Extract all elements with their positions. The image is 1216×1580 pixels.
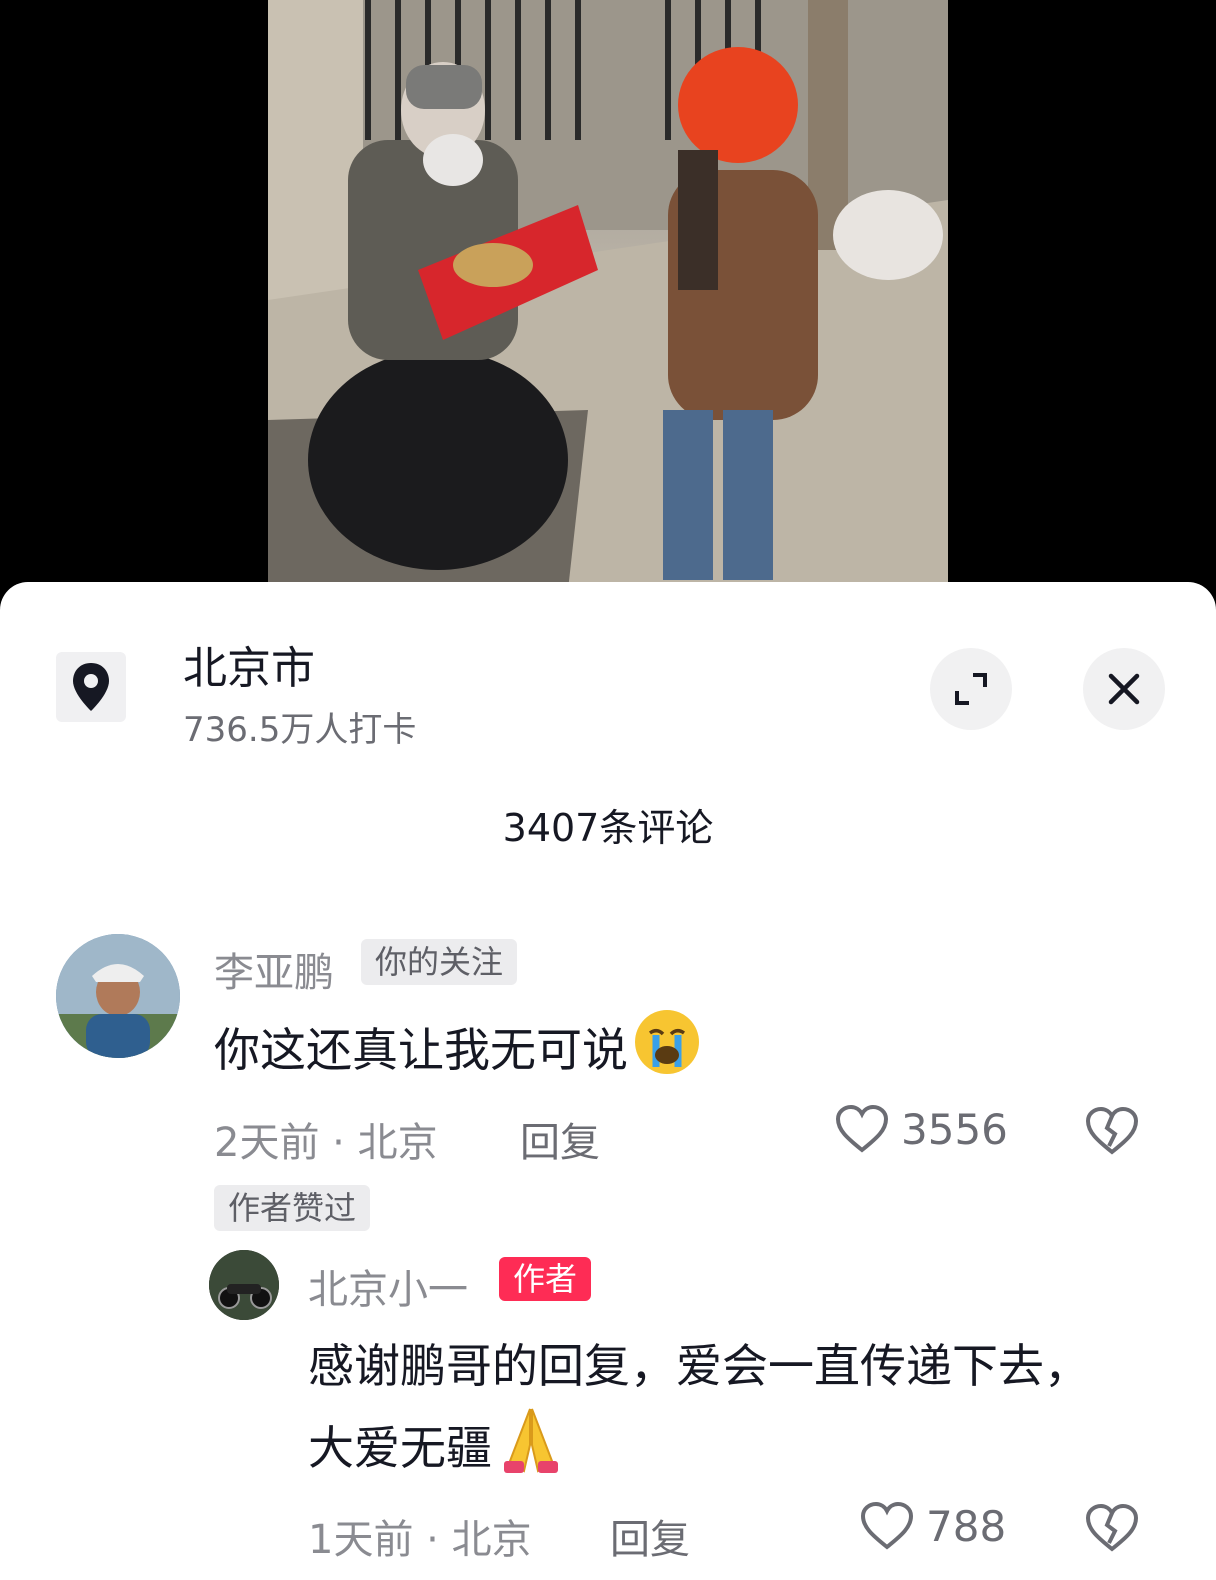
reply-text-line1: 感谢鹏哥的回复，爱会一直传递下去， xyxy=(308,1339,1090,1393)
expand-icon xyxy=(955,673,987,705)
reply-like-button[interactable]: 788 xyxy=(860,1501,1006,1551)
heart-icon xyxy=(835,1104,889,1153)
video-area[interactable] xyxy=(0,0,1216,600)
comment-text: 你这还真让我无可说 xyxy=(214,1007,702,1100)
comment-text-content: 你这还真让我无可说 xyxy=(214,1023,628,1077)
author-tag: 作者 xyxy=(499,1257,592,1301)
reply-time-location: 1天前 · 北京 xyxy=(308,1517,532,1563)
comment-author[interactable]: 李亚鹏 xyxy=(214,940,334,998)
reply-reply-button[interactable]: 回复 xyxy=(610,1507,690,1565)
close-button[interactable] xyxy=(1083,648,1165,730)
like-button[interactable]: 3556 xyxy=(835,1104,1008,1154)
reply-text-line2: 大爱无疆 xyxy=(308,1405,566,1498)
author-liked-badge: 作者赞过 xyxy=(214,1185,371,1231)
broken-heart-icon xyxy=(1085,1503,1139,1552)
reply-like-count: 788 xyxy=(926,1501,1007,1551)
reply-button[interactable]: 回复 xyxy=(520,1110,600,1168)
avatar[interactable] xyxy=(56,934,180,1058)
crying-face-emoji xyxy=(632,1007,702,1100)
following-tag: 你的关注 xyxy=(361,939,518,985)
reply-text-content: 大爱无疆 xyxy=(308,1421,492,1475)
location-title[interactable]: 北京市 xyxy=(183,632,315,696)
reply-avatar[interactable] xyxy=(209,1250,279,1320)
location-checkin-count: 736.5万人打卡 xyxy=(183,710,417,750)
close-icon xyxy=(1108,673,1140,705)
reply-author[interactable]: 北京小一 xyxy=(308,1257,468,1315)
comments-count: 3407条评论 xyxy=(502,806,714,850)
reply-dislike-button[interactable] xyxy=(1085,1503,1139,1557)
comments-sheet: 北京市 736.5万人打卡 3407条评论 李亚鹏 你的关注 你这还真让我无可说 xyxy=(0,582,1216,1580)
video-scene-illustration xyxy=(268,0,948,590)
comment-time-location: 2天前 · 北京 xyxy=(214,1120,438,1166)
heart-icon xyxy=(860,1501,914,1550)
folded-hands-emoji xyxy=(496,1405,566,1498)
dislike-button[interactable] xyxy=(1085,1106,1139,1160)
expand-button[interactable] xyxy=(930,648,1012,730)
video-frame[interactable] xyxy=(268,0,948,590)
broken-heart-icon xyxy=(1085,1106,1139,1155)
location-pin-icon[interactable] xyxy=(56,652,126,722)
like-count: 3556 xyxy=(901,1104,1008,1154)
